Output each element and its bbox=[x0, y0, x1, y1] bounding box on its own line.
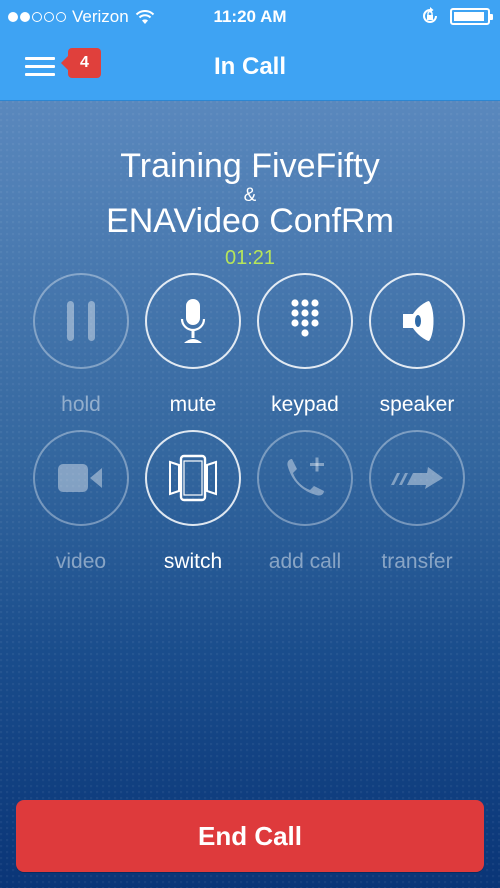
pause-icon bbox=[67, 301, 95, 341]
add-call-button[interactable]: add call bbox=[257, 430, 357, 573]
video-camera-icon bbox=[58, 464, 102, 492]
orientation-lock-icon bbox=[423, 7, 437, 23]
add-call-icon bbox=[287, 457, 324, 496]
transfer-button[interactable]: transfer bbox=[369, 430, 469, 573]
keypad-icon bbox=[291, 299, 319, 337]
battery-icon bbox=[450, 7, 493, 25]
speaker-icon bbox=[403, 301, 434, 341]
call-duration: 01:21 bbox=[224, 247, 276, 269]
switch-button[interactable]: switch bbox=[145, 430, 245, 573]
hold-button[interactable]: hold bbox=[33, 273, 133, 416]
page-title: In Call bbox=[213, 53, 286, 80]
nav-bar: 4 In Call bbox=[0, 34, 500, 101]
participant-1-name: Training FiveFifty bbox=[120, 147, 380, 185]
call-panel: Training FiveFifty & ENAVideo ConfRm 01:… bbox=[0, 101, 500, 888]
end-call-button[interactable]: End Call bbox=[16, 800, 484, 872]
speaker-button[interactable]: speaker bbox=[369, 273, 469, 416]
transfer-arrow-icon bbox=[391, 467, 443, 489]
participant-2-name: ENAVideo ConfRm bbox=[106, 202, 394, 240]
mute-button[interactable]: mute bbox=[145, 273, 245, 416]
switch-device-icon bbox=[169, 454, 217, 502]
transfer-label: transfer bbox=[381, 550, 453, 573]
keypad-button[interactable]: keypad bbox=[257, 273, 357, 416]
speaker-label: speaker bbox=[379, 393, 455, 416]
microphone-icon bbox=[180, 299, 206, 343]
status-bar: Verizon 11:20 AM bbox=[0, 0, 500, 34]
video-button[interactable]: video bbox=[33, 430, 133, 573]
